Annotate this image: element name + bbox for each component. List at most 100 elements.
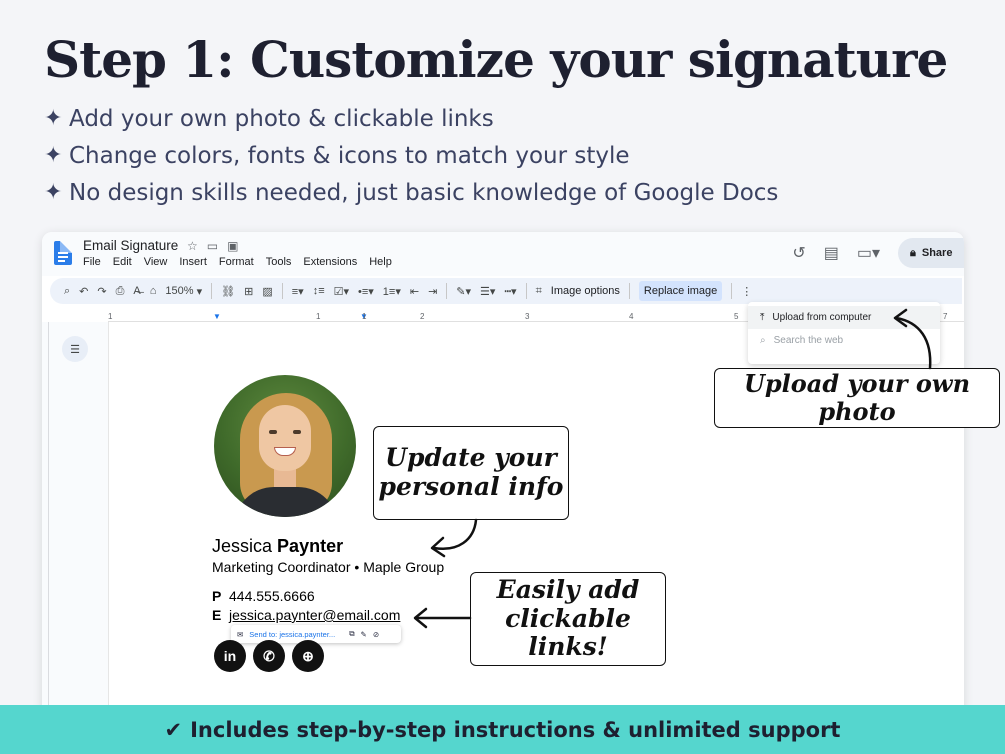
globe-icon[interactable]: ⊕ — [292, 640, 324, 672]
footer-banner: ✔ Includes step-by-step instructions & u… — [0, 705, 1005, 754]
redo-icon[interactable]: ↷ — [97, 281, 106, 301]
profile-photo[interactable] — [214, 375, 356, 517]
docs-logo-icon[interactable] — [54, 241, 72, 265]
docs-header: Email Signature ☆ ▭ ▣ File Edit View Ins… — [42, 232, 964, 276]
star-icon[interactable]: ☆ — [187, 239, 198, 253]
document-title[interactable]: Email Signature — [83, 238, 178, 253]
line-spacing-icon[interactable]: ↕≡ — [313, 281, 325, 301]
remove-link-icon[interactable]: ⊘ — [373, 630, 379, 639]
increase-indent-icon[interactable]: ⇥ — [428, 281, 437, 301]
feature-bullet: ✦ Add your own photo & clickable links — [44, 100, 778, 137]
decrease-indent-icon[interactable]: ⇤ — [410, 281, 419, 301]
callout-upload-text: Upload your own photo — [743, 369, 971, 426]
border-color-icon[interactable]: ✎▾ — [456, 281, 471, 301]
ruler-tick: 7 — [943, 312, 948, 321]
sparkle-icon: ✦ — [44, 180, 63, 205]
border-dash-icon[interactable]: ┅▾ — [504, 281, 516, 301]
search-option-label: Search the web — [773, 335, 844, 346]
menu-view[interactable]: View — [144, 256, 168, 268]
border-weight-icon[interactable]: ☰▾ — [480, 281, 495, 301]
menu-bar: File Edit View Insert Format Tools Exten… — [83, 256, 392, 268]
signature-name[interactable]: Jessica Paynter — [212, 536, 343, 557]
upload-option-label: Upload from computer — [772, 312, 872, 323]
feature-bullet: ✦ Change colors, fonts & icons to match y… — [44, 137, 778, 174]
toolbar-divider — [211, 283, 213, 299]
menu-insert[interactable]: Insert — [179, 256, 207, 268]
signature-email-link[interactable]: jessica.paynter@email.com — [229, 607, 400, 623]
page-headline: Step 1: Customize your signature — [44, 30, 948, 89]
lock-icon: 🔒︎ — [910, 246, 916, 259]
add-comment-icon[interactable]: ⊞ — [244, 281, 253, 301]
search-menus-icon[interactable]: ⌕ — [64, 281, 70, 301]
signature-role[interactable]: Marketing Coordinator • Maple Group — [212, 559, 444, 575]
menu-file[interactable]: File — [83, 256, 101, 268]
menu-tools[interactable]: Tools — [266, 256, 292, 268]
ruler-tick: 2 — [420, 312, 425, 321]
align-icon[interactable]: ≡▾ — [292, 281, 304, 301]
copy-link-icon[interactable]: ⧉ — [349, 629, 354, 639]
insert-image-icon[interactable]: ▨ — [262, 281, 272, 301]
ruler-tick: 4 — [629, 312, 634, 321]
callout-links-line1: Easily add — [496, 574, 640, 604]
feature-bullet: ✦ No design skills needed, just basic kno… — [44, 174, 778, 211]
menu-extensions[interactable]: Extensions — [303, 256, 357, 268]
docs-toolbar: ⌕ ↶ ↷ ⎙ A̶ ⌂ 150% ▾ ⛓ ⊞ ▨ ≡▾ ↕≡ ☑▾ •≡▾ 1… — [50, 278, 962, 304]
image-options-button[interactable]: Image options — [551, 281, 620, 301]
share-label: Share — [921, 247, 953, 259]
spellcheck-icon[interactable]: A̶ — [133, 281, 140, 301]
zoom-select[interactable]: 150% ▾ — [165, 281, 202, 301]
callout-update-line2: personal info — [378, 472, 564, 501]
toolbar-divider — [525, 283, 527, 299]
signature-phone-row[interactable]: P 444.555.6666 — [212, 588, 315, 604]
linkedin-icon[interactable]: in — [214, 640, 246, 672]
callout-upload-photo: Upload your own photo — [714, 368, 1000, 428]
feature-bullet-text: Add your own photo & clickable links — [69, 105, 494, 132]
left-indent-marker[interactable]: ▼ — [213, 312, 221, 321]
meet-video-icon[interactable]: ▭▾ — [857, 243, 880, 263]
insert-link-icon[interactable]: ⛓ — [221, 281, 235, 301]
checklist-icon[interactable]: ☑▾ — [334, 281, 349, 301]
email-label: E — [212, 607, 222, 623]
signature-last-name: Paynter — [277, 536, 344, 556]
toolbar-divider — [628, 283, 630, 299]
comments-icon[interactable]: ▤ — [824, 243, 839, 263]
cloud-status-icon[interactable]: ▣ — [227, 239, 238, 253]
toolbar-divider — [281, 283, 283, 299]
zoom-value: 150% — [165, 285, 194, 297]
search-the-web-option[interactable]: ⌕ Search the web — [748, 329, 940, 352]
callout-update-line1: Update your — [385, 443, 557, 473]
paint-format-icon[interactable]: ⌂ — [150, 281, 157, 301]
feature-bullet-text: No design skills needed, just basic know… — [69, 179, 779, 206]
bulleted-list-icon[interactable]: •≡▾ — [358, 281, 374, 301]
replace-image-button[interactable]: Replace image — [638, 281, 723, 301]
toolbar-divider — [731, 283, 733, 299]
toolbar-divider — [446, 283, 448, 299]
share-button[interactable]: 🔒︎ Share — [898, 238, 964, 268]
checkmark-icon: ✔ — [164, 717, 183, 742]
menu-format[interactable]: Format — [219, 256, 254, 268]
ruler-tick: 1 — [362, 312, 367, 321]
more-options-icon[interactable]: ⋮ — [741, 281, 752, 301]
upload-icon: ⤒ — [760, 312, 765, 323]
numbered-list-icon[interactable]: 1≡▾ — [383, 281, 401, 301]
menu-edit[interactable]: Edit — [113, 256, 132, 268]
move-folder-icon[interactable]: ▭ — [207, 239, 218, 253]
undo-icon[interactable]: ↶ — [79, 281, 88, 301]
print-icon[interactable]: ⎙ — [116, 281, 125, 301]
crop-icon[interactable]: ⌗ — [536, 281, 542, 301]
link-preview-text[interactable]: Send to: jessica.paynter... — [249, 630, 335, 639]
ruler-tick: 5 — [734, 312, 739, 321]
menu-help[interactable]: Help — [369, 256, 392, 268]
ruler-tick: 1 — [316, 312, 321, 321]
footer-text: Includes step-by-step instructions & unl… — [190, 717, 841, 742]
vertical-ruler[interactable] — [48, 322, 49, 712]
ruler-tick: 3 — [525, 312, 530, 321]
version-history-icon[interactable]: ↺ — [792, 243, 805, 263]
edit-link-icon[interactable]: ✎ — [361, 630, 367, 639]
signature-first-name: Jessica — [212, 536, 273, 556]
upload-from-computer-option[interactable]: ⤒ Upload from computer — [748, 306, 940, 329]
mail-icon: ✉ — [237, 629, 244, 639]
whatsapp-icon[interactable]: ✆ — [253, 640, 285, 672]
signature-email-row[interactable]: Ejessica.paynter@email.com — [212, 607, 400, 623]
document-outline-icon[interactable]: ☰ — [62, 336, 88, 362]
